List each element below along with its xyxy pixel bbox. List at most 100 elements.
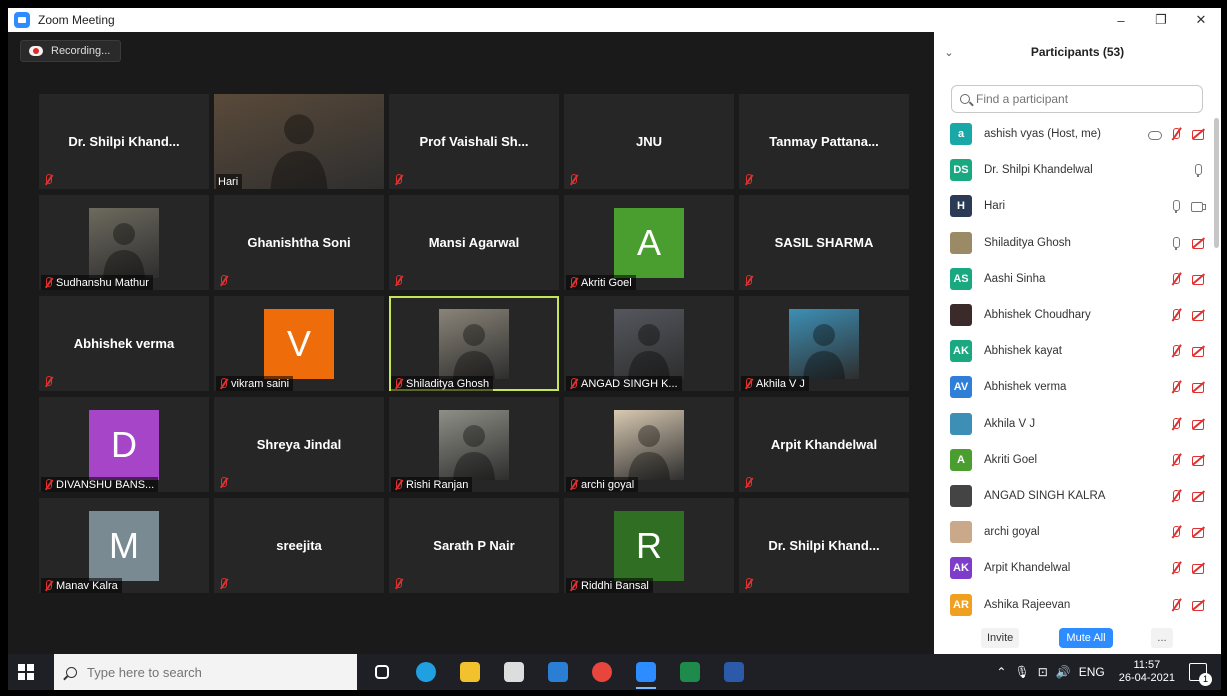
mic-muted-icon[interactable] — [1169, 417, 1183, 431]
word-taskbar-button[interactable] — [720, 658, 748, 686]
video-tile[interactable]: Abhishek verma — [39, 296, 209, 391]
tile-name-label: Rishi Ranjan — [391, 477, 473, 492]
language-indicator[interactable]: ENG — [1079, 665, 1105, 679]
start-button[interactable] — [18, 664, 34, 680]
video-tile[interactable]: A Akriti Goel — [564, 195, 734, 290]
participant-row[interactable]: AK Arpit Khandelwal — [934, 550, 1221, 586]
taskbar-search[interactable] — [54, 654, 357, 690]
mic-muted-icon[interactable] — [1169, 308, 1183, 322]
mute-all-button[interactable]: Mute All — [1059, 628, 1113, 648]
participant-row[interactable]: ANGAD SINGH KALRA — [934, 478, 1221, 514]
mic-muted-icon[interactable] — [1169, 489, 1183, 503]
video-tile[interactable]: archi goyal — [564, 397, 734, 492]
video-off-icon[interactable] — [1191, 272, 1205, 286]
notification-center-button[interactable]: 1 — [1189, 663, 1212, 686]
store-taskbar-button[interactable] — [500, 658, 528, 686]
video-off-icon[interactable] — [1191, 380, 1205, 394]
task-view-taskbar-button[interactable] — [368, 658, 396, 686]
chevron-up-icon[interactable]: ⌃ — [996, 665, 1006, 679]
more-options-button[interactable]: ... — [1151, 628, 1173, 648]
participant-row[interactable]: Akhila V J — [934, 406, 1221, 442]
cloud-record-icon[interactable] — [1147, 127, 1162, 141]
profile-photo — [439, 409, 509, 480]
edge-taskbar-button[interactable] — [412, 658, 440, 686]
video-off-icon[interactable] — [1191, 236, 1205, 250]
mic-muted-icon[interactable] — [1169, 525, 1183, 539]
video-tile[interactable]: Dr. Shilpi Khand... — [39, 94, 209, 189]
chrome-taskbar-button[interactable] — [588, 658, 616, 686]
video-tile[interactable]: Mansi Agarwal — [389, 195, 559, 290]
video-tile[interactable]: Akhila V J — [739, 296, 909, 391]
clock[interactable]: 11:57 26-04-2021 — [1119, 659, 1175, 685]
video-off-icon[interactable] — [1191, 598, 1205, 612]
file-explorer-taskbar-button[interactable] — [456, 658, 484, 686]
video-off-icon[interactable] — [1191, 489, 1205, 503]
mic-muted-icon[interactable] — [1169, 380, 1183, 394]
participant-row[interactable]: Shiladitya Ghosh — [934, 225, 1221, 261]
video-tile[interactable]: D DIVANSHU BANS... — [39, 397, 209, 492]
participant-row[interactable]: AK Abhishek kayat — [934, 333, 1221, 369]
video-tile[interactable]: JNU — [564, 94, 734, 189]
participant-row[interactable]: H Hari — [934, 188, 1221, 224]
restore-button[interactable]: ❐ — [1141, 8, 1181, 32]
speaker-icon[interactable]: 🔊 — [1056, 665, 1071, 679]
video-tile[interactable]: Arpit Khandelwal — [739, 397, 909, 492]
video-camera-icon[interactable] — [1191, 199, 1206, 213]
video-off-icon[interactable] — [1191, 525, 1205, 539]
video-tile[interactable]: Rishi Ranjan — [389, 397, 559, 492]
recording-indicator[interactable]: Recording... — [20, 40, 122, 62]
invite-button[interactable]: Invite — [981, 628, 1020, 648]
mic-muted-icon[interactable] — [1169, 453, 1183, 467]
video-gallery: Recording... Dr. Shilpi Khand... Hari Prof… — [8, 32, 934, 654]
video-off-icon[interactable] — [1191, 453, 1205, 467]
zoom-taskbar-button[interactable] — [632, 658, 660, 689]
video-tile[interactable]: M Manav Kalra — [39, 498, 209, 593]
mic-muted-icon[interactable] — [1169, 127, 1183, 141]
participant-row[interactable]: a ashish vyas (Host, me) — [934, 116, 1221, 152]
participant-row[interactable]: Abhishek Choudhary — [934, 297, 1221, 333]
mic-muted-icon[interactable] — [1169, 272, 1183, 286]
participant-row[interactable]: A Akriti Goel — [934, 442, 1221, 478]
mic-muted-icon[interactable] — [1169, 344, 1183, 358]
mail-taskbar-button[interactable] — [544, 658, 572, 686]
video-tile[interactable]: ANGAD SINGH K... — [564, 296, 734, 391]
video-off-icon[interactable] — [1191, 561, 1205, 575]
video-tile[interactable]: Hari — [214, 94, 384, 189]
participant-row[interactable]: archi goyal — [934, 514, 1221, 550]
excel-taskbar-button[interactable] — [676, 658, 704, 686]
mic-muted-icon[interactable] — [1169, 561, 1183, 575]
video-tile[interactable]: Sudhanshu Mathur — [39, 195, 209, 290]
microphone-icon[interactable]: 🎙 — [1014, 665, 1029, 679]
video-off-icon[interactable] — [1191, 127, 1205, 141]
taskbar-search-input[interactable] — [87, 664, 317, 680]
participant-row[interactable]: AV Abhishek verma — [934, 369, 1221, 405]
video-tile[interactable]: SASIL SHARMA — [739, 195, 909, 290]
video-tile[interactable]: Tanmay Pattana... — [739, 94, 909, 189]
video-tile[interactable]: Dr. Shilpi Khand... — [739, 498, 909, 593]
close-button[interactable]: ✕ — [1181, 8, 1221, 32]
video-tile[interactable]: Prof Vaishali Sh... — [389, 94, 559, 189]
participant-row[interactable]: DS Dr. Shilpi Khandelwal — [934, 152, 1221, 188]
mic-muted-icon[interactable] — [1169, 598, 1183, 612]
participant-row[interactable]: AS Aashi Sinha — [934, 261, 1221, 297]
video-tile[interactable]: sreejita — [214, 498, 384, 593]
video-tile[interactable]: Ghanishtha Soni — [214, 195, 384, 290]
video-tile[interactable]: Shreya Jindal — [214, 397, 384, 492]
video-tile[interactable]: Shiladitya Ghosh — [389, 296, 559, 391]
participant-search[interactable] — [951, 85, 1203, 113]
chevron-down-icon[interactable]: ⌄ — [934, 46, 964, 59]
participant-scrollbar[interactable] — [1214, 118, 1219, 248]
video-off-icon[interactable] — [1191, 417, 1205, 431]
video-tile[interactable]: R Riddhi Bansal — [564, 498, 734, 593]
network-icon[interactable]: ⊡ — [1038, 665, 1048, 679]
participant-search-input[interactable] — [976, 92, 1176, 106]
microphone-icon[interactable] — [1191, 163, 1205, 178]
participant-row[interactable]: AR Ashika Rajeevan — [934, 586, 1221, 622]
video-tile[interactable]: Vvikram saini — [214, 296, 384, 391]
microphone-icon[interactable] — [1169, 199, 1183, 214]
video-off-icon[interactable] — [1191, 308, 1205, 322]
video-tile[interactable]: Sarath P Nair — [389, 498, 559, 593]
microphone-icon[interactable] — [1169, 236, 1183, 250]
video-off-icon[interactable] — [1191, 344, 1205, 358]
minimize-button[interactable]: – — [1101, 8, 1141, 32]
